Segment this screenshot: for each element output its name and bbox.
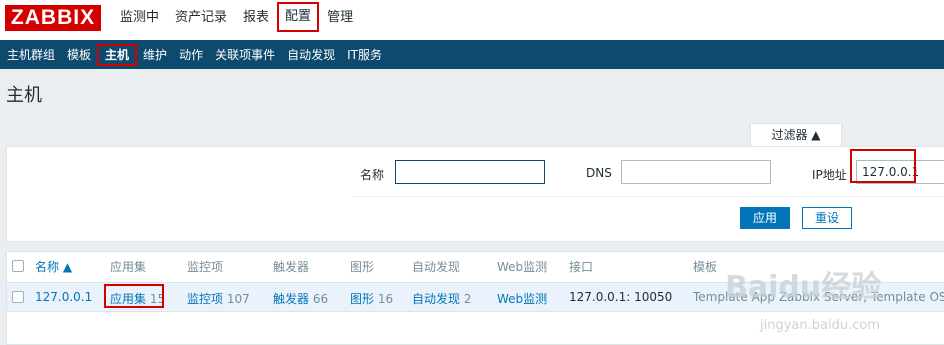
sub-menu-host-groups[interactable]: 主机群组 xyxy=(0,44,61,66)
column-header-discovery: 自动发现 xyxy=(412,260,461,274)
column-header-templates: 模板 xyxy=(693,260,718,274)
ip-highlight-box xyxy=(850,149,916,183)
triggers-link[interactable]: 触发器 xyxy=(273,292,309,306)
row-checkbox[interactable] xyxy=(12,291,24,303)
host-name-link[interactable]: 127.0.0.1 xyxy=(35,290,92,304)
column-header-items: 监控项 xyxy=(187,260,224,274)
discovery-cell: 自动发现 2 xyxy=(412,290,471,307)
discovery-count: 2 xyxy=(463,292,472,306)
top-menu-administration[interactable]: 管理 xyxy=(319,0,361,40)
web-link[interactable]: Web监测 xyxy=(497,290,547,307)
sub-menu-maintenance[interactable]: 维护 xyxy=(137,44,173,66)
column-header-applications: 应用集 xyxy=(110,260,147,274)
top-bar: ZABBIX 监测中 资产记录 报表 配置 管理 xyxy=(0,0,944,40)
triggers-count: 66 xyxy=(312,292,329,306)
filter-apply-button[interactable]: 应用 xyxy=(740,207,790,229)
filter-name-label: 名称 xyxy=(360,168,385,182)
top-menu: 监测中 资产记录 报表 配置 管理 xyxy=(112,0,361,40)
column-header-web: Web监测 xyxy=(497,260,548,274)
graphs-cell: 图形 16 xyxy=(350,290,393,307)
top-menu-configuration[interactable]: 配置 xyxy=(277,2,320,32)
sub-navigation: 主机群组 模板 主机 维护 动作 关联项事件 自动发现 IT服务 xyxy=(0,40,944,69)
sub-menu-it-services[interactable]: IT服务 xyxy=(341,44,388,66)
discovery-link[interactable]: 自动发现 xyxy=(412,292,460,306)
triggers-cell: 触发器 66 xyxy=(273,290,328,307)
filter-toggle-tab[interactable]: 过滤器 ▲ xyxy=(750,123,842,147)
baidu-watermark: Baidu经验 xyxy=(725,270,882,305)
items-count: 107 xyxy=(226,292,250,306)
column-header-triggers: 触发器 xyxy=(273,260,310,274)
select-all-checkbox[interactable] xyxy=(12,260,24,272)
interface-cell: 127.0.0.1: 10050 xyxy=(569,290,673,304)
column-header-interface: 接口 xyxy=(569,260,594,274)
filter-dns-label: DNS xyxy=(586,166,612,180)
graphs-count: 16 xyxy=(377,292,394,306)
sub-menu-event-correlation[interactable]: 关联项事件 xyxy=(209,44,281,66)
top-menu-monitoring[interactable]: 监测中 xyxy=(112,0,167,40)
top-menu-inventory[interactable]: 资产记录 xyxy=(167,0,235,40)
top-menu-reports[interactable]: 报表 xyxy=(235,0,277,40)
sub-menu-templates[interactable]: 模板 xyxy=(61,44,97,66)
filter-reset-button[interactable]: 重设 xyxy=(802,207,852,229)
column-header-name[interactable]: 名称 ▲ xyxy=(35,258,72,275)
filter-dns-input[interactable] xyxy=(621,160,771,184)
column-header-graphs: 图形 xyxy=(350,260,375,274)
applications-highlight-box xyxy=(104,284,164,308)
filter-ip-label: IP地址 xyxy=(812,168,847,182)
baidu-watermark-url: jingyan.baidu.com xyxy=(760,318,880,333)
filter-divider xyxy=(352,196,944,197)
page-title: 主机 xyxy=(6,85,42,106)
items-link[interactable]: 监控项 xyxy=(187,292,223,306)
sub-menu-hosts[interactable]: 主机 xyxy=(97,43,138,66)
sub-menu-actions[interactable]: 动作 xyxy=(173,44,209,66)
sub-menu-discovery[interactable]: 自动发现 xyxy=(281,44,341,66)
zabbix-logo[interactable]: ZABBIX xyxy=(5,5,101,31)
filter-name-input[interactable] xyxy=(395,160,545,184)
graphs-link[interactable]: 图形 xyxy=(350,292,374,306)
items-cell: 监控项 107 xyxy=(187,290,250,307)
